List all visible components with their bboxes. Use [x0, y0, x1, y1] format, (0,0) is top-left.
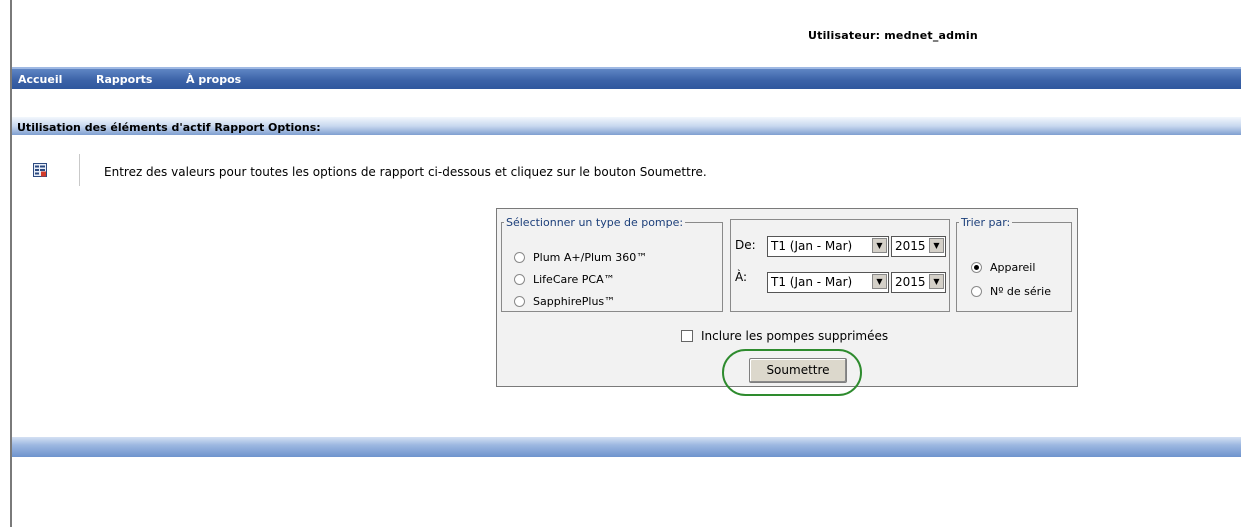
- pump-option-plum[interactable]: Plum A+/Plum 360™: [514, 251, 647, 264]
- pump-option-label: Plum A+/Plum 360™: [533, 251, 648, 264]
- section-title: Utilisation des éléments d'actif Rapport…: [17, 121, 321, 134]
- sort-option-serie[interactable]: Nº de série: [971, 285, 1051, 298]
- pump-type-legend: Sélectionner un type de pompe:: [506, 216, 684, 229]
- to-quarter-select[interactable]: T1 (Jan - Mar) ▼: [767, 272, 889, 293]
- from-label: De:: [735, 238, 756, 252]
- from-year-select[interactable]: 2015 ▼: [891, 236, 946, 257]
- radio-button-selected[interactable]: [971, 262, 982, 273]
- pump-type-group: Sélectionner un type de pompe: Plum A+/P…: [501, 216, 723, 312]
- from-quarter-select[interactable]: T1 (Jan - Mar) ▼: [767, 236, 889, 257]
- include-deleted-checkbox[interactable]: Inclure les pompes supprimées: [681, 329, 888, 343]
- nav-rapports[interactable]: Rapports: [96, 73, 152, 86]
- sort-option-label: Nº de série: [990, 285, 1051, 298]
- section-header: Utilisation des éléments d'actif Rapport…: [12, 117, 1241, 135]
- sort-option-appareil[interactable]: Appareil: [971, 261, 1035, 274]
- pump-option-sapphire[interactable]: SapphirePlus™: [514, 295, 615, 308]
- to-quarter-value: T1 (Jan - Mar): [771, 275, 853, 289]
- dropdown-arrow-icon[interactable]: ▼: [872, 274, 887, 289]
- from-quarter-value: T1 (Jan - Mar): [771, 239, 853, 253]
- dropdown-arrow-icon[interactable]: ▼: [929, 238, 944, 253]
- separator: [79, 154, 80, 186]
- from-year-value: 2015: [895, 239, 926, 253]
- period-group: De: T1 (Jan - Mar) ▼ 2015 ▼ À: T1 (Jan -…: [730, 219, 950, 312]
- to-year-value: 2015: [895, 275, 926, 289]
- pump-option-lifecare[interactable]: LifeCare PCA™: [514, 273, 615, 286]
- sort-group: Trier par: Appareil Nº de série: [956, 216, 1072, 312]
- radio-button[interactable]: [514, 252, 525, 263]
- pump-option-label: SapphirePlus™: [533, 295, 616, 308]
- current-user: Utilisateur: mednet_admin: [808, 29, 978, 42]
- report-options-icon: [33, 163, 47, 177]
- top-nav: Accueil Rapports À propos: [12, 67, 1241, 89]
- sort-option-label: Appareil: [990, 261, 1036, 274]
- radio-button[interactable]: [514, 296, 525, 307]
- submit-button[interactable]: Soumettre: [749, 358, 847, 383]
- radio-button[interactable]: [971, 286, 982, 297]
- sort-legend: Trier par:: [961, 216, 1011, 229]
- radio-button[interactable]: [514, 274, 525, 285]
- dropdown-arrow-icon[interactable]: ▼: [872, 238, 887, 253]
- footer-bar: [12, 437, 1241, 457]
- to-year-select[interactable]: 2015 ▼: [891, 272, 946, 293]
- pump-option-label: LifeCare PCA™: [533, 273, 615, 286]
- report-options-form: Sélectionner un type de pompe: Plum A+/P…: [496, 208, 1078, 396]
- to-label: À:: [735, 270, 748, 284]
- include-deleted-label: Inclure les pompes supprimées: [701, 329, 889, 343]
- nav-accueil[interactable]: Accueil: [18, 73, 62, 86]
- checkbox[interactable]: [681, 330, 693, 342]
- instructions-text: Entrez des valeurs pour toutes les optio…: [104, 165, 707, 179]
- nav-a-propos[interactable]: À propos: [186, 73, 241, 86]
- dropdown-arrow-icon[interactable]: ▼: [929, 274, 944, 289]
